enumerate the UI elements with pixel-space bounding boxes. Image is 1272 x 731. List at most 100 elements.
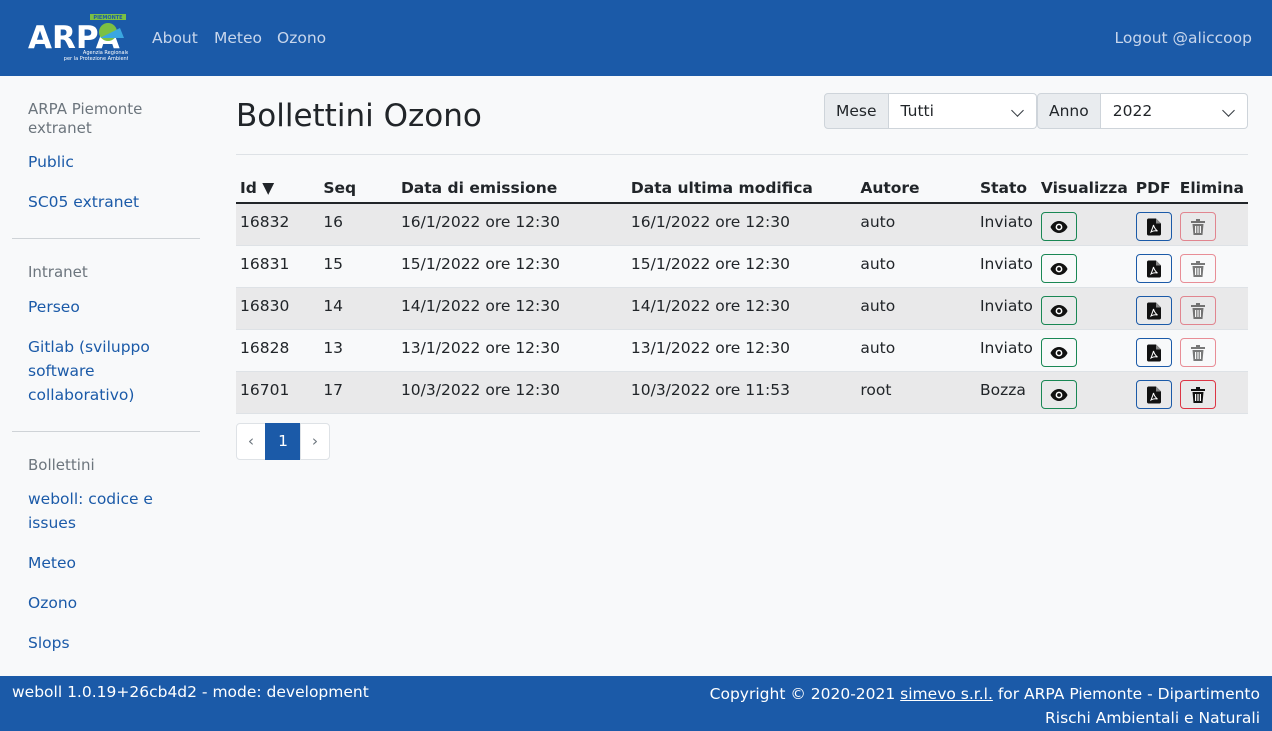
cell-id: 16828 — [236, 329, 320, 372]
svg-text:per la Protezione Ambientale: per la Protezione Ambientale — [64, 56, 128, 62]
title-divider — [236, 154, 1248, 155]
sidebar-item-perseo[interactable]: Perseo — [28, 295, 198, 319]
cell-seq: 15 — [319, 245, 397, 288]
cell-stato: Inviato — [975, 287, 1037, 330]
table-row: 16832 16 16/1/2022 ore 12:30 16/1/2022 ore … — [236, 203, 1248, 246]
cell-id: 16701 — [236, 371, 320, 414]
pdf-button[interactable] — [1135, 380, 1172, 409]
pagination-next[interactable]: › — [300, 423, 330, 460]
sidebar-item-weboll[interactable]: weboll: codice e issues — [28, 487, 168, 535]
anno-select[interactable]: 2022 — [1100, 93, 1248, 129]
col-emissione: Data di emissione — [396, 172, 627, 204]
mese-select[interactable]: Tutti — [888, 93, 1037, 129]
cell-modifica: 15/1/2022 ore 12:30 — [626, 245, 857, 288]
footer-copyright-prefix: Copyright © 2020-2021 — [709, 685, 901, 703]
pagination-prev[interactable]: ‹ — [236, 423, 266, 460]
view-button[interactable] — [1040, 212, 1077, 241]
cell-elimina — [1175, 371, 1248, 414]
table-row: 16828 13 13/1/2022 ore 12:30 13/1/2022 ore … — [236, 329, 1248, 372]
cell-autore: auto — [856, 329, 976, 372]
delete-button[interactable] — [1179, 380, 1216, 409]
footer-version: weboll 1.0.19+26cb4d2 - mode: developmen… — [12, 683, 369, 701]
arpa-logo-icon: PIEMONTE ARPA Agenzia Regionale per la P… — [28, 14, 136, 62]
cell-pdf — [1131, 371, 1176, 414]
delete-button — [1179, 254, 1216, 283]
chevron-down-icon — [1221, 104, 1235, 117]
sidebar-item-gitlab[interactable]: Gitlab (sviluppo software collaborativo) — [28, 335, 158, 407]
cell-modifica: 10/3/2022 ore 11:53 — [626, 371, 857, 414]
cell-pdf — [1131, 245, 1176, 288]
cell-visualizza — [1036, 245, 1132, 288]
cell-id: 16830 — [236, 287, 320, 330]
cell-pdf — [1131, 287, 1176, 330]
page-title: Bollettini Ozono — [236, 98, 482, 134]
anno-filter: Anno 2022 — [1037, 93, 1248, 129]
nav-meteo[interactable]: Meteo — [214, 28, 262, 48]
cell-autore: auto — [856, 287, 976, 330]
cell-elimina — [1175, 329, 1248, 372]
sidebar-item-sc05-extranet[interactable]: SC05 extranet — [28, 190, 198, 214]
cell-stato: Inviato — [975, 203, 1037, 246]
col-visualizza: Visualizza — [1036, 172, 1132, 204]
sidebar-heading-bollettini: Bollettini — [28, 456, 95, 474]
footer-copyright: Copyright © 2020-2021 simevo s.r.l. for … — [660, 682, 1260, 730]
view-button[interactable] — [1040, 296, 1077, 325]
sidebar-item-slops[interactable]: Slops — [28, 631, 198, 655]
col-autore: Autore — [856, 172, 976, 204]
cell-seq: 14 — [319, 287, 397, 330]
nav-about[interactable]: About — [152, 28, 198, 48]
cell-visualizza — [1036, 371, 1132, 414]
cell-visualizza — [1036, 203, 1132, 246]
pagination: ‹ 1 › — [236, 423, 330, 460]
mese-filter: Mese Tutti — [824, 93, 1037, 129]
pdf-button[interactable] — [1135, 338, 1172, 367]
cell-modifica: 13/1/2022 ore 12:30 — [626, 329, 857, 372]
pdf-button[interactable] — [1135, 212, 1172, 241]
footer-company-link[interactable]: simevo s.r.l. — [900, 685, 993, 703]
cell-autore: auto — [856, 203, 976, 246]
cell-seq: 16 — [319, 203, 397, 246]
anno-select-value: 2022 — [1112, 102, 1153, 120]
pdf-button[interactable] — [1135, 254, 1172, 283]
main-content: Bollettini Ozono Mese Tutti Anno 2022 Id… — [212, 76, 1272, 670]
sidebar-item-public[interactable]: Public — [28, 150, 198, 174]
sidebar-heading-intranet: Intranet — [28, 263, 88, 281]
bollettini-table: Id ▼ Seq Data di emissione Data ultima m… — [236, 172, 1248, 414]
cell-seq: 13 — [319, 329, 397, 372]
col-seq: Seq — [319, 172, 397, 204]
top-navbar: PIEMONTE ARPA Agenzia Regionale per la P… — [0, 0, 1272, 76]
sidebar-item-meteo[interactable]: Meteo — [28, 551, 198, 575]
pagination-page-1[interactable]: 1 — [265, 423, 301, 460]
pdf-button[interactable] — [1135, 296, 1172, 325]
sidebar-divider — [12, 238, 200, 239]
col-id[interactable]: Id ▼ — [236, 172, 320, 204]
cell-stato: Bozza — [975, 371, 1037, 414]
cell-emissione: 13/1/2022 ore 12:30 — [396, 329, 627, 372]
col-elimina: Elimina — [1175, 172, 1248, 204]
table-row: 16831 15 15/1/2022 ore 12:30 15/1/2022 ore … — [236, 245, 1248, 288]
view-button[interactable] — [1040, 380, 1077, 409]
sidebar-item-ozono[interactable]: Ozono — [28, 591, 198, 615]
delete-button — [1179, 212, 1216, 241]
sidebar-divider — [12, 431, 200, 432]
cell-autore: auto — [856, 245, 976, 288]
logout-link[interactable]: Logout @aliccoop — [1115, 28, 1252, 48]
cell-modifica: 14/1/2022 ore 12:30 — [626, 287, 857, 330]
cell-visualizza — [1036, 329, 1132, 372]
view-button[interactable] — [1040, 254, 1077, 283]
cell-id: 16832 — [236, 203, 320, 246]
cell-pdf — [1131, 203, 1176, 246]
view-button[interactable] — [1040, 338, 1077, 367]
cell-elimina — [1175, 287, 1248, 330]
chevron-down-icon — [1010, 104, 1024, 117]
cell-elimina — [1175, 245, 1248, 288]
table-row: 16830 14 14/1/2022 ore 12:30 14/1/2022 ore … — [236, 287, 1248, 330]
cell-visualizza — [1036, 287, 1132, 330]
cell-pdf — [1131, 329, 1176, 372]
mese-label: Mese — [824, 93, 889, 129]
nav-ozono[interactable]: Ozono — [277, 28, 326, 48]
sidebar-heading-extranet: ARPA Piemonte extranet — [28, 100, 143, 137]
table-header-row: Id ▼ Seq Data di emissione Data ultima m… — [236, 172, 1248, 204]
arpa-logo[interactable]: PIEMONTE ARPA Agenzia Regionale per la P… — [28, 14, 136, 62]
cell-emissione: 15/1/2022 ore 12:30 — [396, 245, 627, 288]
